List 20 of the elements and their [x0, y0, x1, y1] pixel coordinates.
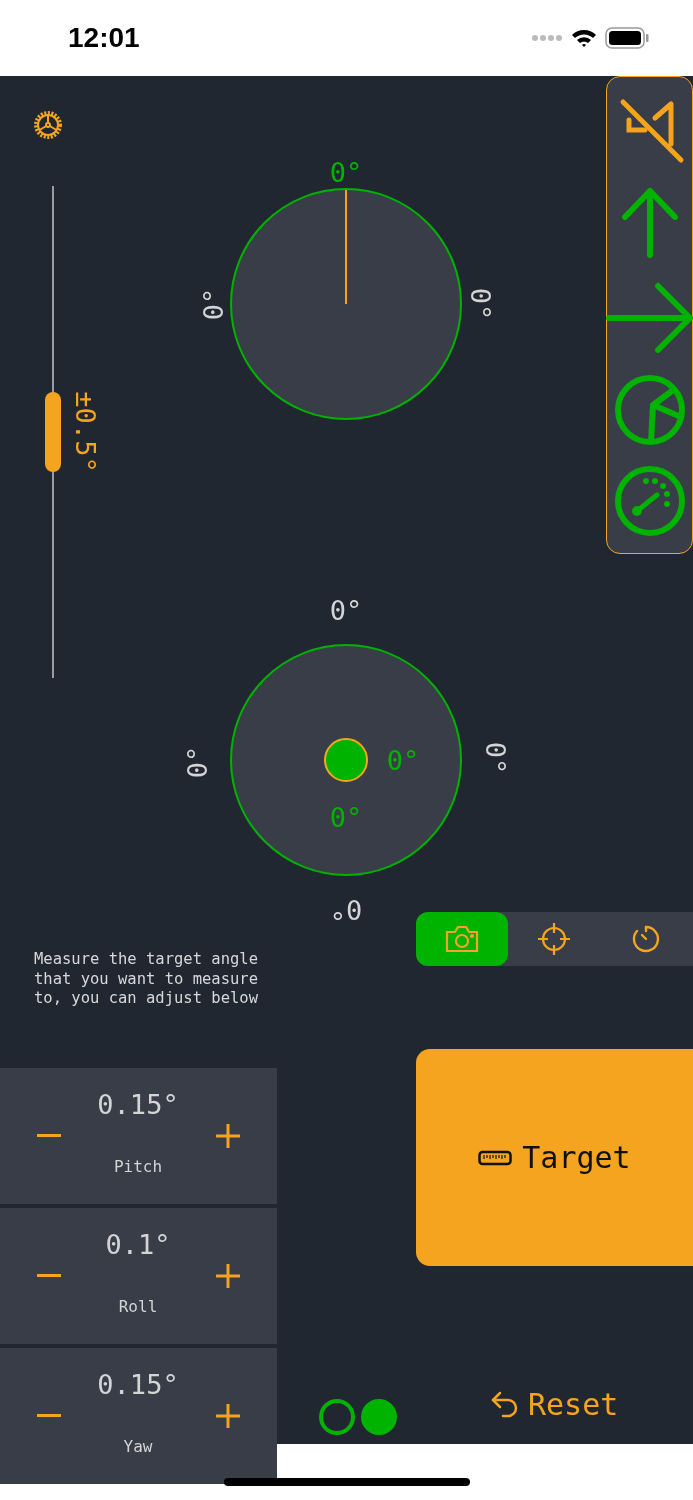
angle-reading: 0° — [479, 741, 511, 775]
adjust-label: Roll — [118, 1296, 158, 1316]
angle-reading: 0° — [329, 801, 363, 833]
adjust-label: Yaw — [123, 1436, 153, 1456]
angle-reading: 0° — [197, 287, 229, 321]
target-button[interactable]: Target — [416, 1049, 693, 1266]
adjust-value: 0.1° — [105, 1228, 171, 1260]
status-time: 12:01 — [68, 22, 141, 54]
adjust-value: 0.15° — [97, 1368, 179, 1400]
tolerance-label: ±0.5° — [69, 391, 101, 473]
angle-reading: 0° — [181, 745, 213, 779]
angle-reading: 0° — [329, 156, 363, 188]
adjust-label: Pitch — [113, 1156, 163, 1176]
angle-reading: 0° — [464, 287, 496, 321]
angle-reading: 0° — [386, 744, 420, 776]
angle-reading: 0° — [329, 594, 363, 626]
adjust-value: 0.15° — [97, 1088, 179, 1120]
reset-button[interactable]: Reset — [486, 1380, 623, 1428]
instruction-text: Measure the target angle that you want to measure to, you can adjust below — [33, 950, 258, 1009]
angle-reading: 0° — [329, 893, 363, 925]
